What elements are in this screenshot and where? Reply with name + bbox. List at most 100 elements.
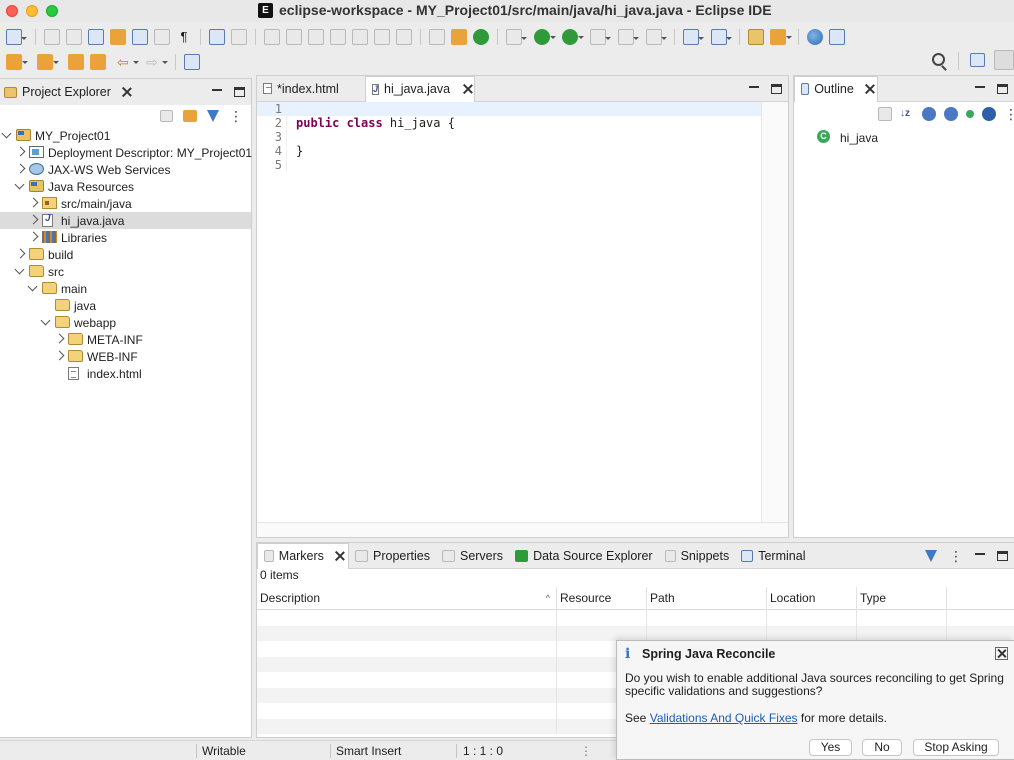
- status-menu-icon[interactable]: ⋮: [580, 744, 592, 758]
- tree-item[interactable]: WEB-INF: [0, 348, 251, 365]
- close-icon[interactable]: [865, 84, 871, 94]
- run-icon[interactable]: [534, 28, 556, 45]
- chevron-right-icon[interactable]: [15, 249, 25, 259]
- validations-link[interactable]: Validations And Quick Fixes: [650, 711, 798, 725]
- minimize-window-button[interactable]: [26, 5, 38, 17]
- code-line[interactable]: 2 public class hi_java {: [257, 116, 761, 130]
- step-return-icon[interactable]: [396, 28, 412, 45]
- code-line[interactable]: 4}: [257, 144, 761, 158]
- tree-item[interactable]: JAX-WS Web Services: [0, 161, 251, 178]
- pin-editor-icon[interactable]: [184, 53, 200, 70]
- collapse-all-icon[interactable]: [878, 107, 892, 121]
- skip-breakpoints-icon[interactable]: [231, 28, 247, 45]
- terminal-icon[interactable]: [209, 28, 225, 45]
- resume-icon[interactable]: [264, 28, 280, 45]
- open-type-icon[interactable]: [88, 28, 104, 45]
- tab-data-source-explorer[interactable]: Data Source Explorer: [509, 543, 659, 569]
- view-menu-icon[interactable]: ⋮: [1004, 107, 1014, 121]
- stop-server-icon[interactable]: [618, 28, 639, 45]
- open-perspective-icon[interactable]: [970, 53, 985, 67]
- column-type[interactable]: Type: [857, 587, 947, 610]
- code-editor[interactable]: 1 2 public class hi_java {3 4} 5: [257, 102, 761, 522]
- tab-snippets[interactable]: Snippets: [659, 543, 736, 569]
- deploy-icon[interactable]: [646, 28, 667, 45]
- use-step-filters-icon[interactable]: [451, 28, 467, 45]
- tree-item[interactable]: Libraries: [0, 229, 251, 246]
- collapse-all-icon[interactable]: [160, 110, 173, 122]
- search-icon[interactable]: [932, 53, 945, 66]
- pilcrow-icon[interactable]: ¶: [176, 29, 192, 45]
- step-over-icon[interactable]: [374, 28, 390, 45]
- chevron-right-icon[interactable]: [28, 232, 38, 242]
- vertical-scrollbar[interactable]: [761, 102, 788, 522]
- zoom-window-button[interactable]: [46, 5, 58, 17]
- hide-static-icon[interactable]: [944, 107, 958, 121]
- tab-hi-java[interactable]: J hi_java.java: [365, 75, 475, 102]
- close-window-button[interactable]: [6, 5, 18, 17]
- save-icon[interactable]: [44, 28, 60, 45]
- drop-to-frame-icon[interactable]: [429, 28, 445, 45]
- next-annotation-icon[interactable]: [6, 53, 28, 70]
- sort-icon[interactable]: ↓z: [900, 107, 914, 121]
- tree-item[interactable]: index.html: [0, 365, 251, 382]
- tab-outline[interactable]: Outline: [794, 75, 878, 102]
- chevron-down-icon[interactable]: [2, 130, 12, 140]
- maximize-icon[interactable]: [997, 551, 1008, 561]
- forward-icon[interactable]: ⇨: [146, 54, 168, 70]
- tab-project-explorer[interactable]: Project Explorer: [0, 79, 138, 105]
- step-into-icon[interactable]: [352, 28, 368, 45]
- java-ee-perspective-icon[interactable]: [994, 50, 1014, 70]
- open-folder-icon[interactable]: [748, 28, 764, 45]
- tree-item[interactable]: main: [0, 280, 251, 297]
- tree-item[interactable]: webapp: [0, 314, 251, 331]
- disconnect-icon[interactable]: [330, 28, 346, 45]
- maximize-icon[interactable]: [771, 84, 782, 94]
- tree-item[interactable]: MY_Project01: [0, 127, 251, 144]
- chevron-right-icon[interactable]: [54, 334, 64, 344]
- filter-icon[interactable]: [925, 550, 937, 562]
- stop-asking-button[interactable]: Stop Asking: [913, 739, 999, 756]
- chevron-down-icon[interactable]: [15, 181, 25, 191]
- column-location[interactable]: Location: [767, 587, 857, 610]
- external-tools-icon[interactable]: [590, 28, 611, 45]
- tab-index-html[interactable]: *index.html: [257, 76, 365, 102]
- suspend-icon[interactable]: [286, 28, 302, 45]
- chevron-right-icon[interactable]: [54, 351, 64, 361]
- tree-item[interactable]: META-INF: [0, 331, 251, 348]
- chevron-down-icon[interactable]: [41, 317, 51, 327]
- debug-icon[interactable]: [506, 28, 527, 45]
- tree-item[interactable]: Deployment Descriptor: MY_Project01: [0, 144, 252, 161]
- code-line[interactable]: 1: [257, 102, 761, 116]
- no-button[interactable]: No: [862, 739, 902, 756]
- launch-icon[interactable]: [829, 28, 845, 45]
- tree-item[interactable]: build: [0, 246, 251, 263]
- tree-item[interactable]: java: [0, 297, 251, 314]
- tab-markers[interactable]: Markers: [257, 542, 349, 569]
- block-selection-icon[interactable]: [154, 28, 170, 45]
- close-icon[interactable]: [463, 84, 468, 94]
- browser-icon[interactable]: [807, 28, 823, 45]
- view-menu-icon[interactable]: ⋮: [949, 548, 963, 565]
- tree-item[interactable]: src/main/java: [0, 195, 251, 212]
- tree-item[interactable]: src: [0, 263, 251, 280]
- code-line[interactable]: 3: [257, 130, 761, 144]
- code-line[interactable]: 5: [257, 158, 761, 172]
- column-path[interactable]: Path: [647, 587, 767, 610]
- minimize-icon[interactable]: [212, 89, 222, 91]
- outline-item[interactable]: C hi_java: [794, 130, 1014, 147]
- previous-annotation-icon[interactable]: [37, 53, 59, 70]
- view-menu-icon[interactable]: ⋮: [229, 109, 243, 123]
- back-icon[interactable]: ⇦: [117, 54, 139, 70]
- chevron-right-icon[interactable]: [28, 198, 38, 208]
- chevron-down-icon[interactable]: [15, 266, 25, 276]
- coverage-icon[interactable]: [562, 28, 584, 45]
- chevron-right-icon[interactable]: [15, 147, 25, 157]
- hide-non-public-icon[interactable]: [966, 110, 974, 118]
- yes-button[interactable]: Yes: [809, 739, 852, 756]
- terminate-icon[interactable]: [308, 28, 324, 45]
- tab-properties[interactable]: Properties: [349, 543, 436, 569]
- horizontal-scrollbar[interactable]: [257, 522, 788, 537]
- close-icon[interactable]: [335, 551, 342, 561]
- last-edit-location-icon[interactable]: [68, 53, 84, 70]
- search-tools-icon[interactable]: [770, 28, 792, 45]
